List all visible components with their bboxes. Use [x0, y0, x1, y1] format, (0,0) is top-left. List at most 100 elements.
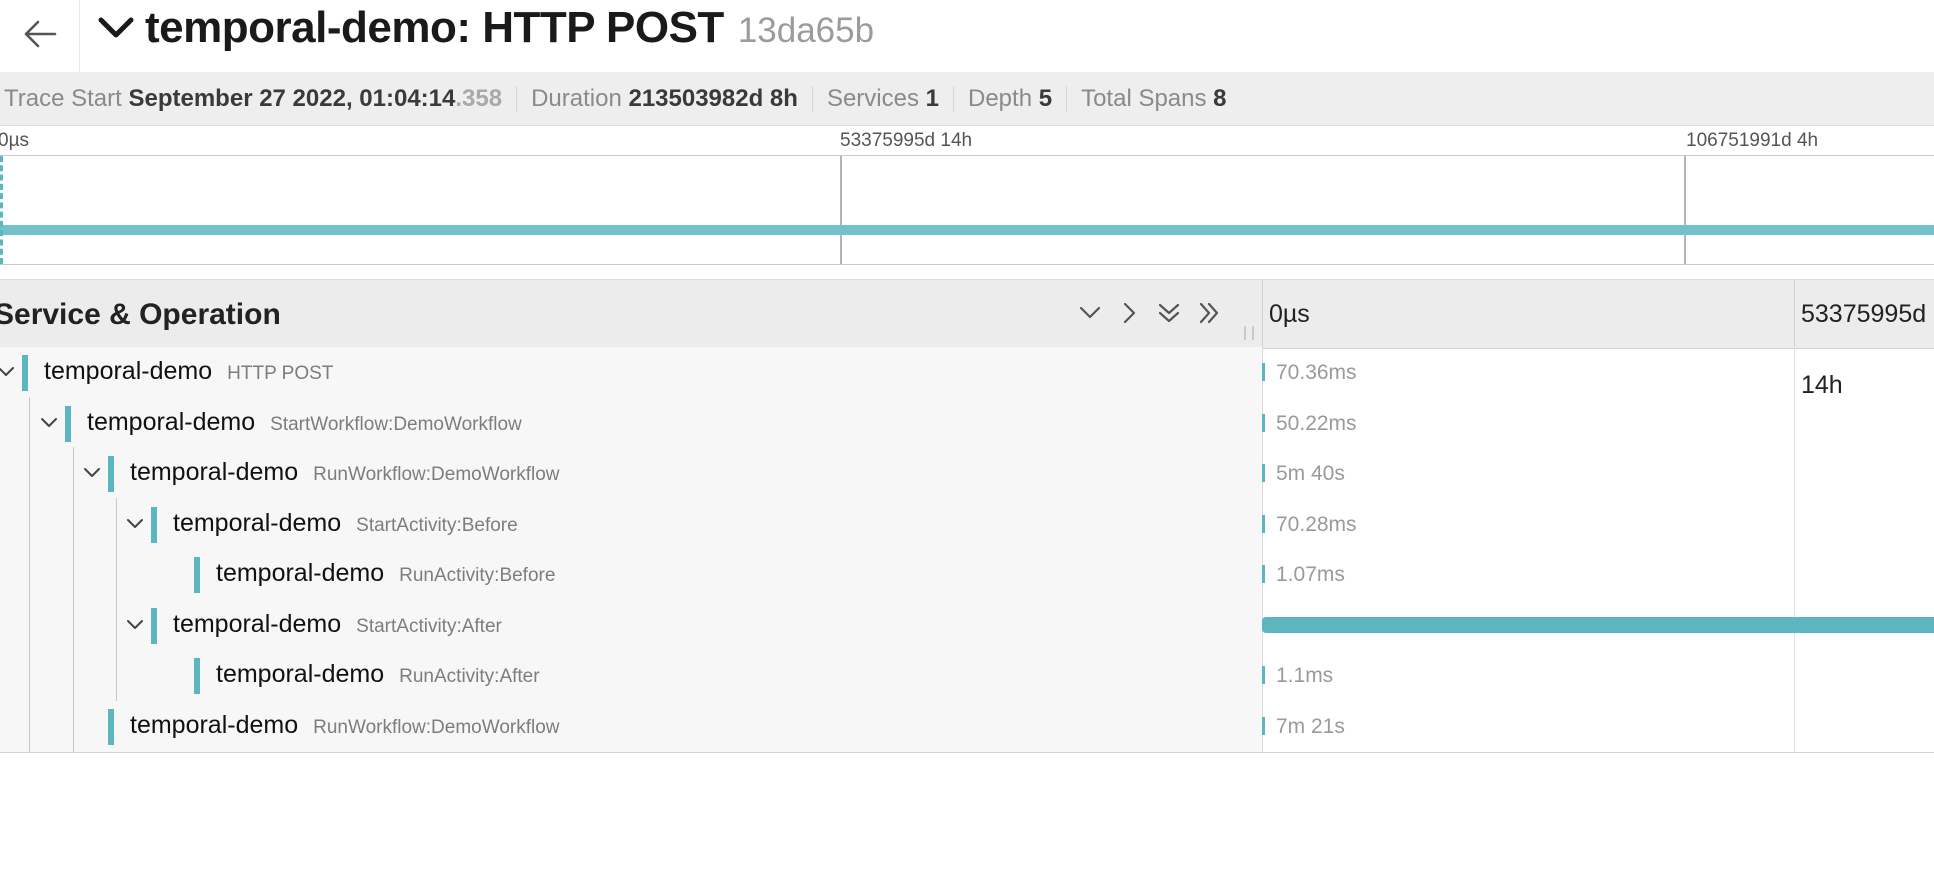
expand-one-button[interactable]: [1114, 298, 1144, 328]
operation-name: StartActivity:Before: [356, 514, 518, 536]
trace-minimap[interactable]: [0, 155, 1934, 265]
service-color-bar: [108, 708, 114, 745]
minimap-ticks: 0µs 53375995d 14h 106751991d 4h: [0, 126, 1934, 156]
minimap-gridline: [840, 156, 842, 264]
page-title: temporal-demo: HTTP POST: [145, 3, 724, 52]
operation-name: RunWorkflow:DemoWorkflow: [313, 716, 560, 738]
span-row[interactable]: temporal-demo RunWorkflow:DemoWorkflow 7m …: [0, 701, 1934, 751]
span-name-label[interactable]: temporal-demo StartActivity:Before: [173, 509, 518, 538]
service-name: temporal-demo: [173, 609, 342, 638]
minimap-viewport-handle[interactable]: [0, 156, 3, 264]
span-name-label[interactable]: temporal-demo RunWorkflow:DemoWorkflow: [130, 711, 560, 740]
minimap-gridline: [1684, 156, 1686, 264]
span-collapse-toggle[interactable]: [122, 511, 148, 537]
span-name-label[interactable]: temporal-demo HTTP POST: [44, 357, 333, 386]
service-color-bar: [194, 557, 200, 593]
span-duration-label: 5m 40s: [1276, 462, 1345, 485]
services-label: Services: [826, 84, 919, 112]
span-timeline-bar[interactable]: [1262, 514, 1265, 533]
collapse-all-icon: [1158, 303, 1180, 323]
timeline-tick-label-overflow: 14h: [1801, 371, 1843, 399]
total-spans-label: Total Spans: [1081, 84, 1207, 112]
span-collapse-toggle[interactable]: [36, 410, 62, 436]
service-name: temporal-demo: [173, 508, 342, 537]
span-row[interactable]: temporal-demo StartWorkflow:DemoWorkflow 5…: [0, 398, 1934, 448]
trace-summary-bar: Trace Start September 27 2022, 01:04:14.…: [0, 72, 1934, 126]
span-row[interactable]: temporal-demo StartActivity:Before 70.28ms: [0, 499, 1934, 549]
span-row[interactable]: temporal-demo HTTP POST 70.36ms: [0, 347, 1934, 397]
expand-all-button[interactable]: [1194, 298, 1224, 328]
trace-start-value: September 27 2022, 01:04:14: [128, 84, 456, 112]
total-spans-stat: Total Spans 8: [1067, 84, 1240, 112]
depth-stat: Depth 5: [954, 84, 1068, 112]
service-name: temporal-demo: [130, 458, 299, 486]
timeline-tick-label: 0µs: [1269, 300, 1310, 328]
minimap-tick-label: 53375995d 14h: [840, 130, 973, 151]
service-color-bar: [151, 607, 157, 644]
span-duration-label: 70.28ms: [1276, 512, 1357, 536]
depth-label: Depth: [968, 84, 1033, 112]
service-name: temporal-demo: [216, 660, 385, 688]
chevron-down-icon: [0, 367, 14, 376]
minimap-span-bar: [0, 225, 1934, 235]
duration-stat: Duration 213503982d 8h: [517, 84, 813, 112]
trace-start-ms: .358: [455, 84, 503, 112]
span-timeline-bar[interactable]: [1262, 413, 1265, 432]
column-resize-handle[interactable]: [1244, 326, 1254, 340]
service-color-bar: [151, 506, 157, 543]
trace-start-label: Trace Start: [4, 84, 122, 112]
chevron-down-icon[interactable]: [97, 8, 137, 48]
chevron-down-icon: [84, 468, 100, 477]
chevron-down-icon: [127, 518, 143, 528]
span-row[interactable]: temporal-demo StartActivity:After: [0, 600, 1934, 650]
span-collapse-toggle[interactable]: [79, 460, 105, 486]
duration-label: Duration: [531, 84, 622, 112]
span-name-label[interactable]: temporal-demo RunActivity:Before: [216, 559, 555, 588]
span-name-label[interactable]: temporal-demo StartActivity:After: [173, 610, 502, 639]
operation-name: RunActivity:Before: [399, 565, 556, 586]
trace-start-stat: Trace Start September 27 2022, 01:04:14.…: [0, 84, 518, 112]
span-collapse-toggle[interactable]: [0, 359, 19, 385]
back-button[interactable]: [0, 0, 80, 72]
chevron-down-icon: [127, 619, 143, 629]
span-name-label[interactable]: temporal-demo RunWorkflow:DemoWorkflow: [130, 458, 560, 487]
timeline-gridline: [1794, 280, 1795, 348]
service-name: temporal-demo: [216, 559, 385, 587]
expand-all-icon: [1199, 302, 1219, 324]
span-row[interactable]: temporal-demo RunWorkflow:DemoWorkflow 5m …: [0, 448, 1934, 498]
trace-table-header: Service & Operation 0µs 53375995d: [0, 279, 1934, 349]
span-row[interactable]: temporal-demo RunActivity:After 1.1ms: [0, 650, 1934, 700]
service-operation-column-title: Service & Operation: [0, 298, 281, 331]
span-timeline-bar[interactable]: [1262, 666, 1265, 684]
trace-title-bar[interactable]: temporal-demo: HTTP POST 13da65b: [97, 2, 874, 54]
span-duration-label: 1.1ms: [1276, 664, 1334, 687]
total-spans-value: 8: [1213, 84, 1227, 112]
span-row[interactable]: temporal-demo RunActivity:Before 1.07ms: [0, 549, 1934, 599]
column-divider: [1262, 280, 1263, 348]
trace-id: 13da65b: [737, 11, 875, 50]
chevron-down-icon: [41, 417, 57, 427]
span-timeline-bar[interactable]: [1262, 716, 1265, 735]
operation-name: RunWorkflow:DemoWorkflow: [313, 464, 560, 485]
service-name: temporal-demo: [130, 710, 299, 739]
span-timeline-bar[interactable]: [1262, 464, 1265, 482]
operation-name: StartActivity:After: [356, 615, 502, 637]
services-stat: Services 1: [813, 84, 954, 112]
span-duration-label: 1.07ms: [1276, 563, 1345, 586]
span-timeline-bar[interactable]: [1262, 565, 1265, 583]
span-timeline-bar[interactable]: [1262, 616, 1934, 633]
service-color-bar: [22, 355, 28, 391]
span-name-label[interactable]: temporal-demo StartWorkflow:DemoWorkflow: [87, 408, 522, 437]
operation-name: RunActivity:After: [399, 666, 540, 687]
span-duration-label: 50.22ms: [1276, 411, 1357, 435]
collapse-all-button[interactable]: [1154, 298, 1184, 328]
span-timeline-bar[interactable]: [1262, 363, 1265, 381]
collapse-one-button[interactable]: [1075, 298, 1105, 328]
span-name-label[interactable]: temporal-demo RunActivity:After: [216, 660, 540, 689]
span-duration-label: 70.36ms: [1276, 361, 1357, 384]
duration-value: 213503982d 8h: [628, 84, 798, 112]
services-value: 1: [925, 84, 939, 112]
operation-name: HTTP POST: [227, 363, 334, 384]
span-rows: temporal-demo HTTP POST 70.36ms temporal-de…: [0, 347, 1934, 753]
span-collapse-toggle[interactable]: [122, 612, 148, 638]
